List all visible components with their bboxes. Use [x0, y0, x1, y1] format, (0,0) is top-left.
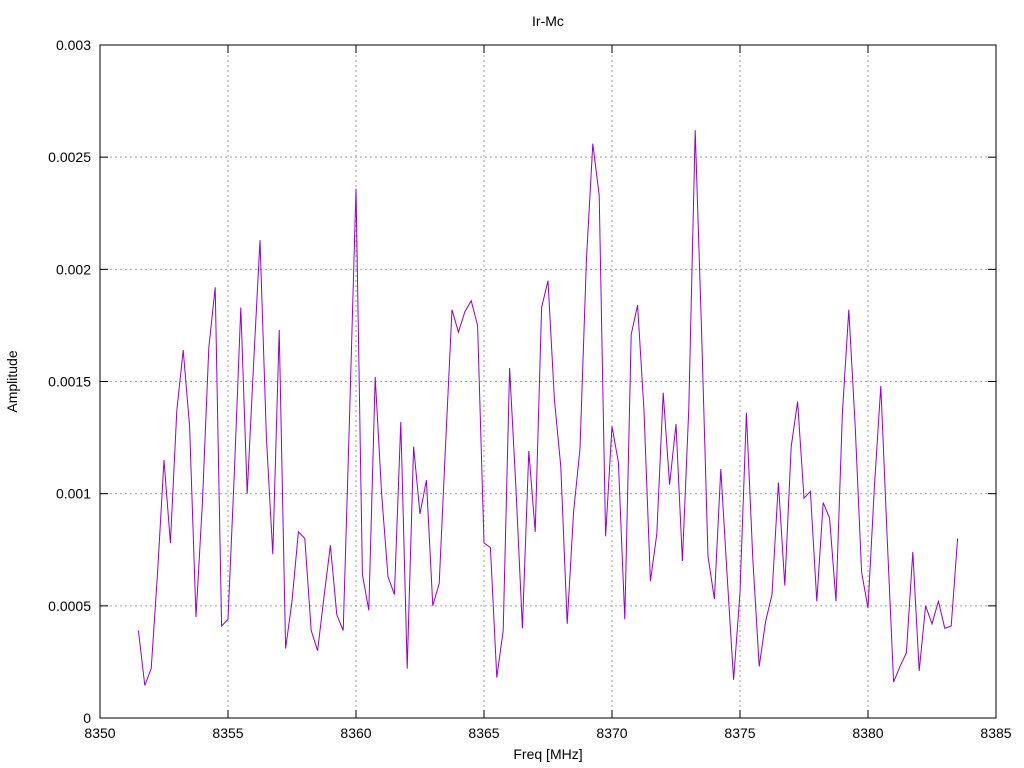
y-tick-label: 0.0015 [48, 374, 91, 390]
y-tick-label: 0 [83, 710, 91, 726]
chart: 8350 8355 8360 8365 8370 8375 8380 8385 0 0.0005… [4, 13, 1012, 762]
x-tick-labels: 8350 8355 8360 8365 8370 8375 8380 8385 [84, 725, 1011, 741]
x-tick-label: 8370 [596, 725, 627, 741]
y-axis-title: Amplitude [4, 350, 20, 412]
grid [100, 45, 996, 718]
y-tick-label: 0.0005 [48, 598, 91, 614]
x-axis-title: Freq [MHz] [513, 746, 582, 762]
y-tick-label: 0.002 [56, 261, 91, 277]
y-tick-label: 0.0025 [48, 149, 91, 165]
x-tick-label: 8385 [980, 725, 1011, 741]
y-tick-label: 0.003 [56, 37, 91, 53]
x-tick-label: 8355 [212, 725, 243, 741]
x-tick-label: 8350 [84, 725, 115, 741]
y-tick-label: 0.001 [56, 486, 91, 502]
y-tick-labels: 0 0.0005 0.001 0.0015 0.002 0.0025 0.003 [48, 37, 91, 726]
x-tick-label: 8380 [852, 725, 883, 741]
chart-title: Ir-Mc [532, 13, 564, 29]
x-tick-label: 8365 [468, 725, 499, 741]
series-line [137, 130, 959, 686]
x-tick-label: 8375 [724, 725, 755, 741]
x-tick-label: 8360 [340, 725, 371, 741]
